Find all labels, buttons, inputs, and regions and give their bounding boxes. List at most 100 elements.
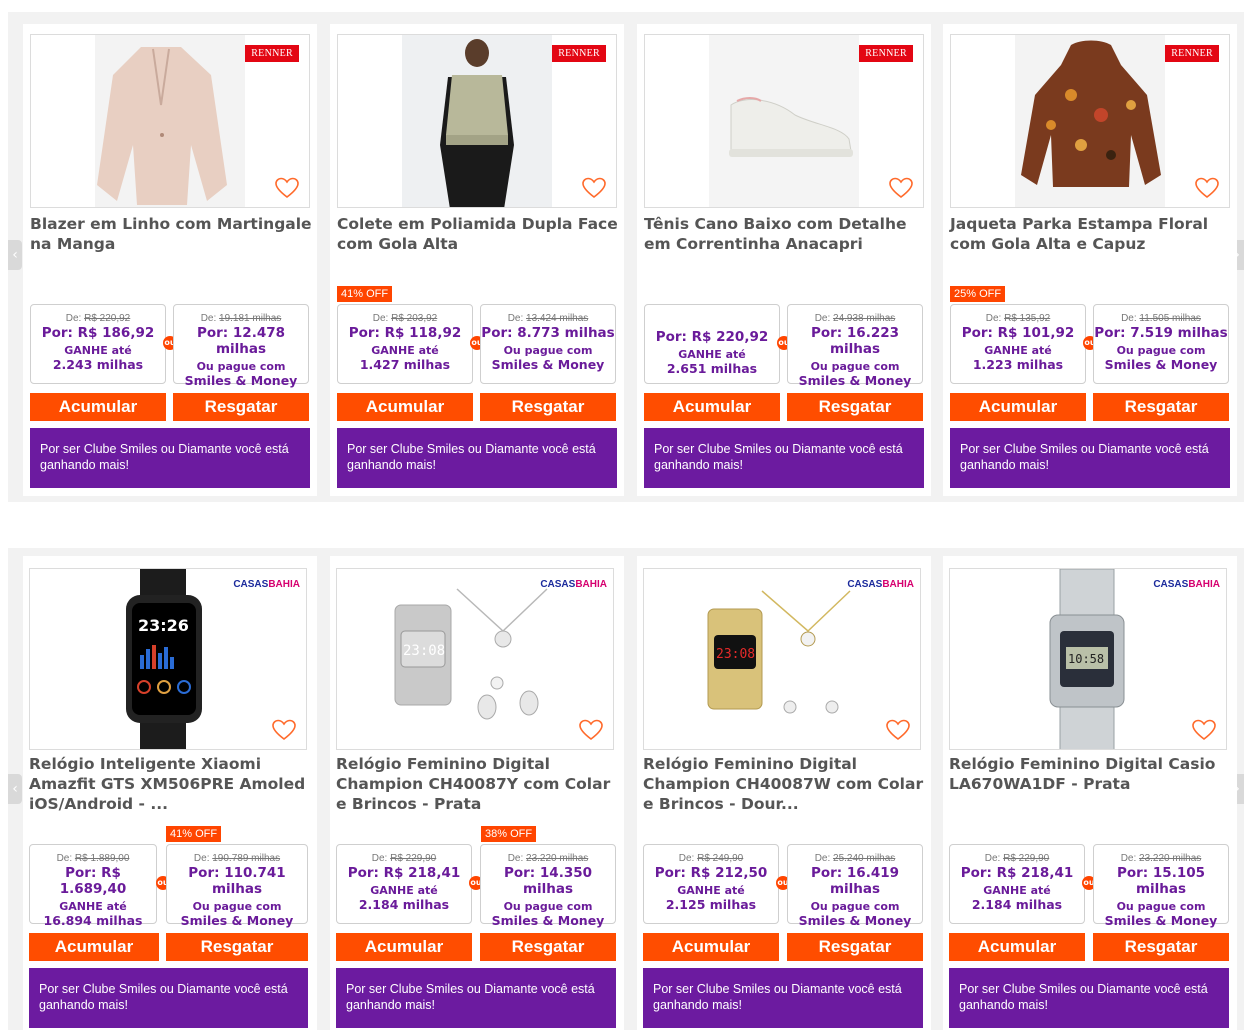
casasbahia-logo: CASASBAHIA [540, 579, 607, 590]
discount-badge: 41% OFF [337, 286, 393, 302]
miles-price: Por: 12.478 milhas [196, 325, 286, 357]
miles-earned: 2.125 milhas [665, 897, 757, 912]
miles-box: De: 25.240 milhas Por: 16.419 milhas Ou … [787, 844, 923, 928]
product-title[interactable]: Relógio Inteligente Xiaomi Amazfit GTS X… [29, 754, 311, 814]
old-miles: 23.220 milhas [526, 853, 589, 864]
price-box: De: R$ 135,92 Por: R$ 101,92 GANHE até 1… [950, 304, 1086, 384]
club-smiles-banner: Por ser Clube Smiles ou Diamante você es… [643, 968, 923, 1028]
current-price: Por: R$ 101,92 [961, 325, 1075, 341]
product-card[interactable]: 23:26 CASASBAHIA Relógio Inteligente Xia… [23, 556, 317, 1030]
product-image[interactable]: RENNER [30, 34, 310, 208]
watch-time: 23:08 [403, 643, 445, 659]
club-smiles-banner: Por ser Clube Smiles ou Diamante você es… [950, 428, 1230, 488]
miles-price: Por: 14.350 milhas [503, 865, 593, 897]
discount-badge: 25% OFF [950, 286, 1006, 302]
carousel-prev-arrow[interactable]: ‹ [8, 240, 22, 270]
old-miles: 13.424 milhas [526, 313, 589, 324]
current-price: Por: R$ 220,92 [655, 329, 769, 345]
club-smiles-banner: Por ser Clube Smiles ou Diamante você es… [949, 968, 1229, 1028]
old-miles: 190.789 milhas [212, 853, 281, 864]
miles-price: Por: 16.419 milhas [810, 865, 900, 897]
redeem-button[interactable]: Resgatar [1093, 393, 1229, 421]
miles-price: Por: 7.519 milhas [1094, 325, 1228, 341]
miles-price: Por: 8.773 milhas [481, 325, 615, 341]
product-image[interactable]: 10:58 CASASBAHIA [949, 568, 1227, 750]
carousel-casasbahia: ‹ › 23:26 CASASBAHIA Relógio Inteligente… [8, 548, 1244, 1030]
current-price: Por: R$ 186,92 [41, 325, 155, 341]
product-card[interactable]: 10:58 CASASBAHIA Relógio Feminino Digita… [943, 556, 1237, 1030]
product-card[interactable]: RENNER Colete em Poliamida Dupla Face co… [330, 24, 624, 496]
old-price: R$ 220,92 [84, 313, 131, 324]
product-card[interactable]: 23:08 CASASBAHIA Relógio Feminino Digita… [637, 556, 931, 1030]
product-card[interactable]: 23:08 CASASBAHIA Relógio Feminino Digita… [330, 556, 624, 1030]
product-image[interactable]: 23:08 CASASBAHIA [643, 568, 921, 750]
old-miles: 11.505 milhas [1139, 313, 1201, 324]
product-image[interactable]: RENNER [644, 34, 924, 208]
watch-time: 23:26 [138, 616, 189, 635]
product-image[interactable]: 23:26 CASASBAHIA [29, 568, 307, 750]
redeem-button[interactable]: Resgatar [480, 393, 616, 421]
favorite-heart-icon[interactable] [1192, 719, 1216, 741]
accumulate-button[interactable]: Acumular [29, 933, 159, 961]
miles-box: De: 23.220 milhas Por: 14.350 milhas Ou … [480, 844, 616, 928]
product-image[interactable]: 23:08 CASASBAHIA [336, 568, 614, 750]
accumulate-button[interactable]: Acumular [949, 933, 1085, 961]
miles-earned: 1.223 milhas [972, 357, 1064, 372]
accumulate-button[interactable]: Acumular [337, 393, 473, 421]
old-price: R$ 135,92 [1004, 313, 1051, 324]
carousel-renner: ‹ › RENNER Blazer em Linho com Martingal… [8, 12, 1244, 502]
accumulate-button[interactable]: Acumular [644, 393, 780, 421]
miles-box: De: 23.220 milhas Por: 15.105 milhas Ou … [1093, 844, 1229, 928]
product-card[interactable]: RENNER Jaqueta Parka Estampa Floral com … [943, 24, 1237, 496]
old-miles: 23.220 milhas [1139, 853, 1202, 864]
watch-time: 10:58 [1068, 652, 1104, 666]
redeem-button[interactable]: Resgatar [787, 933, 923, 961]
discount-badge: 41% OFF [166, 826, 222, 842]
redeem-button[interactable]: Resgatar [1093, 933, 1229, 961]
miles-earned: 2.243 milhas [52, 357, 144, 372]
product-card[interactable]: RENNER Blazer em Linho com Martingale na… [23, 24, 317, 496]
product-title[interactable]: Blazer em Linho com Martingale na Manga [30, 214, 312, 254]
favorite-heart-icon[interactable] [275, 177, 299, 199]
miles-price: Por: 110.741 milhas [188, 865, 286, 897]
miles-earned: 1.427 milhas [359, 357, 451, 372]
old-miles: 24.938 milhas [833, 313, 896, 324]
product-image[interactable]: RENNER [337, 34, 617, 208]
accumulate-button[interactable]: Acumular [643, 933, 779, 961]
renner-logo: RENNER [859, 45, 913, 62]
old-price: R$ 203,92 [391, 313, 438, 324]
favorite-heart-icon[interactable] [889, 177, 913, 199]
product-title[interactable]: Relógio Feminino Digital Casio LA670WA1D… [949, 754, 1231, 794]
accumulate-button[interactable]: Acumular [30, 393, 166, 421]
redeem-button[interactable]: Resgatar [787, 393, 923, 421]
carousel-prev-arrow[interactable]: ‹ [8, 774, 22, 804]
smartwatch-image: 23:26 [126, 569, 202, 749]
redeem-button[interactable]: Resgatar [480, 933, 616, 961]
product-image[interactable]: RENNER [950, 34, 1230, 208]
accumulate-button[interactable]: Acumular [950, 393, 1086, 421]
favorite-heart-icon[interactable] [579, 719, 603, 741]
redeem-button[interactable]: Resgatar [166, 933, 308, 961]
product-title[interactable]: Tênis Cano Baixo com Detalhe em Correnti… [644, 214, 926, 254]
product-title[interactable]: Relógio Feminino Digital Champion CH4008… [336, 754, 618, 814]
product-title[interactable]: Jaqueta Parka Estampa Floral com Gola Al… [950, 214, 1232, 254]
club-smiles-banner: Por ser Clube Smiles ou Diamante você es… [336, 968, 616, 1028]
club-smiles-banner: Por ser Clube Smiles ou Diamante você es… [644, 428, 924, 488]
price-box: De: R$ 220,92 Por: R$ 186,92 GANHE até 2… [30, 304, 166, 384]
product-card[interactable]: RENNER Tênis Cano Baixo com Detalhe em C… [637, 24, 931, 496]
discount-badge: 38% OFF [481, 826, 537, 842]
favorite-heart-icon[interactable] [272, 719, 296, 741]
miles-box: De: 13.424 milhas Por: 8.773 milhas Ou p… [480, 304, 616, 384]
renner-logo: RENNER [1165, 45, 1219, 62]
favorite-heart-icon[interactable] [886, 719, 910, 741]
accumulate-button[interactable]: Acumular [336, 933, 472, 961]
casio-watch-image: 10:58 [1049, 569, 1125, 749]
club-smiles-banner: Por ser Clube Smiles ou Diamante você es… [337, 428, 617, 488]
casasbahia-logo: CASASBAHIA [847, 579, 914, 590]
favorite-heart-icon[interactable] [1195, 177, 1219, 199]
renner-logo: RENNER [245, 45, 299, 62]
favorite-heart-icon[interactable] [582, 177, 606, 199]
redeem-button[interactable]: Resgatar [173, 393, 309, 421]
product-title[interactable]: Relógio Feminino Digital Champion CH4008… [643, 754, 925, 814]
product-title[interactable]: Colete em Poliamida Dupla Face com Gola … [337, 214, 619, 254]
